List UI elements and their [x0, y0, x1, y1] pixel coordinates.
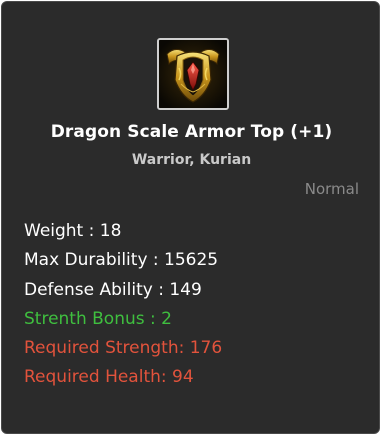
- stat-max-durability: Max Durability : 15625: [24, 250, 219, 271]
- stat-required-health: Required Health: 94: [24, 367, 194, 388]
- item-name: Dragon Scale Armor Top (+1): [50, 122, 333, 142]
- stat-required-strength: Required Strength: 176: [24, 338, 223, 359]
- dragon-scale-armor-icon: [159, 40, 227, 108]
- stat-weight: Weight : 18: [24, 221, 122, 241]
- stat-strength-bonus: Strenth Bonus : 2: [24, 308, 172, 329]
- item-grade: Normal: [304, 180, 359, 198]
- stat-defense-ability: Defense Ability : 149: [24, 279, 202, 300]
- item-tooltip: Dragon Scale Armor Top (+1) Warrior, Kur…: [1, 1, 380, 434]
- item-stats-list: Weight : 18 Max Durability : 15625 Defen…: [24, 217, 222, 393]
- item-icon-frame: [157, 38, 229, 110]
- item-classes: Warrior, Kurian: [131, 152, 252, 168]
